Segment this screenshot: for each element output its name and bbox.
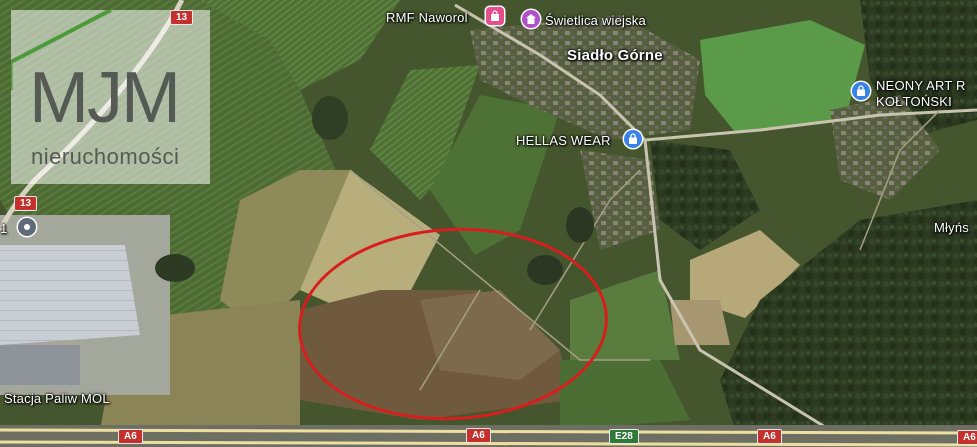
place-label-neony-art[interactable]: NEONY ART R xyxy=(876,78,966,93)
road-shield: A6 xyxy=(118,429,143,444)
parking-lot xyxy=(0,345,80,385)
shopping-bag-icon[interactable] xyxy=(624,130,642,148)
location-pin-icon[interactable] xyxy=(18,218,36,236)
tree-patch xyxy=(566,207,594,243)
road-shield: A6 xyxy=(757,429,782,444)
shopping-bag-icon[interactable] xyxy=(852,82,870,100)
warehouse-roof xyxy=(0,245,140,345)
road-shield: A6 xyxy=(957,430,977,445)
field-tan-small xyxy=(670,300,730,345)
logo-main-text: MJM xyxy=(29,58,181,138)
tree-patch xyxy=(312,96,348,140)
tree-patch xyxy=(155,254,195,282)
logo-sub-text: nieruchomości xyxy=(31,144,180,169)
place-label-koltonski[interactable]: KOŁTOŃSKI xyxy=(876,94,952,109)
place-label-stacja-paliw-mol[interactable]: Stacja Paliw MOL xyxy=(4,391,110,406)
shopping-bag-icon[interactable] xyxy=(486,7,504,25)
town-label-siadlo-gorne: Siadło Górne xyxy=(567,47,663,64)
road-shield: 13 xyxy=(14,196,38,211)
mjm-logo: MJM nieruchomości xyxy=(11,10,210,184)
cut-label: 1 xyxy=(0,221,8,236)
road-shield: E28 xyxy=(609,429,639,444)
place-label-swietlica[interactable]: Świetlica wiejska xyxy=(545,13,646,28)
place-label-mlyns: Młyńs xyxy=(934,220,969,235)
road-shield: A6 xyxy=(466,428,491,443)
place-label-rmf-naworol[interactable]: RMF Naworol xyxy=(386,10,468,25)
place-label-hellas-wear[interactable]: HELLAS WEAR xyxy=(516,133,611,148)
road-shield: 13 xyxy=(170,10,194,25)
community-hall-icon[interactable] xyxy=(522,10,540,28)
